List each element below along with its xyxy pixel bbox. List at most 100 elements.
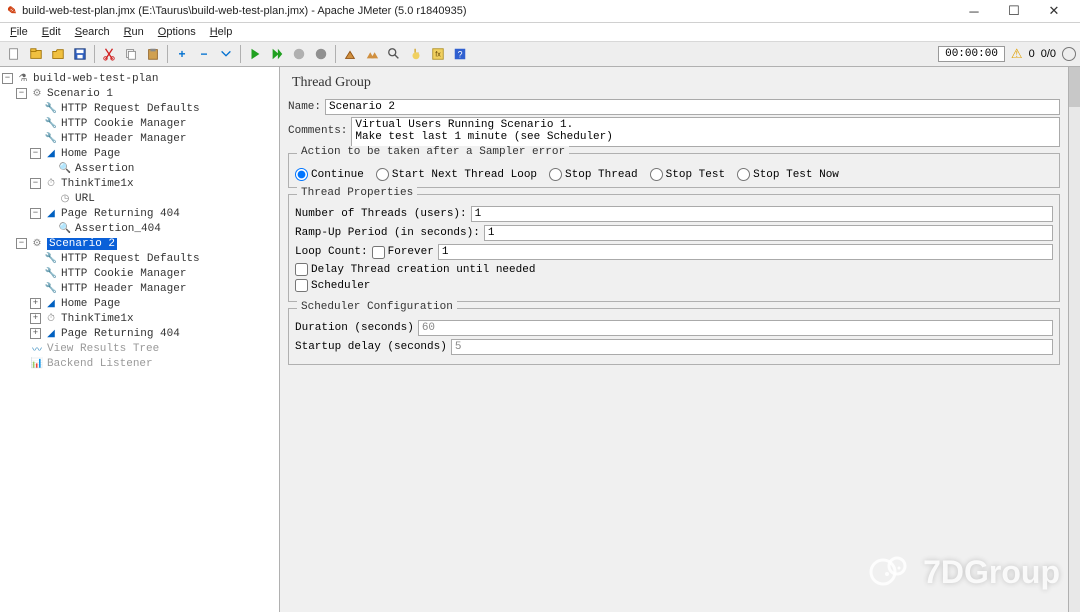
radio-continue[interactable]: Continue (295, 168, 364, 181)
tree-item-disabled[interactable]: Backend Listener (47, 358, 153, 370)
search-icon[interactable] (384, 44, 404, 64)
delay-creation-checkbox[interactable]: Delay Thread creation until needed (295, 263, 535, 276)
test-plan-tree[interactable]: −⚗build-web-test-plan −⚙Scenario 1 🔧HTTP… (0, 67, 280, 612)
scheduler-legend: Scheduler Configuration (297, 301, 457, 313)
name-label: Name: (288, 101, 321, 113)
window-title: build-web-test-plan.jmx (E:\Taurus\build… (22, 5, 466, 17)
config-icon: 🔧 (44, 118, 58, 130)
toggle-icon[interactable] (216, 44, 236, 64)
threadgroup-icon: ⚙ (30, 238, 44, 250)
sampler-error-legend: Action to be taken after a Sampler error (297, 146, 569, 158)
radio-stop-test[interactable]: Stop Test (650, 168, 725, 181)
tree-item[interactable]: Home Page (61, 298, 120, 310)
warning-icon[interactable]: ⚠ (1011, 46, 1023, 62)
num-threads-input[interactable] (471, 206, 1053, 222)
function-icon[interactable]: fx (428, 44, 448, 64)
tree-item[interactable]: HTTP Cookie Manager (61, 268, 186, 280)
ramp-input[interactable] (484, 225, 1053, 241)
tree-root[interactable]: build-web-test-plan (33, 73, 158, 85)
expand-icon[interactable]: + (172, 44, 192, 64)
tree-collapse-icon[interactable]: + (30, 298, 41, 309)
tree-item[interactable]: HTTP Header Manager (61, 133, 186, 145)
loop-input[interactable] (438, 244, 1053, 260)
tree-item[interactable]: HTTP Header Manager (61, 283, 186, 295)
tree-item-disabled[interactable]: View Results Tree (47, 343, 159, 355)
tree-item[interactable]: URL (75, 193, 95, 205)
close-button[interactable]: ✕ (1034, 0, 1074, 23)
menu-search[interactable]: Search (69, 24, 116, 40)
radio-stop-thread[interactable]: Stop Thread (549, 168, 638, 181)
start-icon[interactable] (245, 44, 265, 64)
comments-input[interactable] (351, 117, 1060, 147)
clear-all-icon[interactable] (362, 44, 382, 64)
menu-file[interactable]: File (4, 24, 34, 40)
forever-checkbox[interactable]: Forever (372, 246, 434, 259)
tree-expand-icon[interactable]: − (2, 73, 13, 84)
copy-icon[interactable] (121, 44, 141, 64)
config-icon: 🔧 (44, 253, 58, 265)
timer-icon: ◷ (58, 193, 72, 205)
tree-item[interactable]: Home Page (61, 148, 120, 160)
tree-expand-icon[interactable]: − (30, 208, 41, 219)
maximize-button[interactable]: ☐ (994, 0, 1034, 23)
tree-item[interactable]: Page Returning 404 (61, 328, 180, 340)
minimize-button[interactable]: ─ (954, 0, 994, 23)
timer-icon: ⏱ (44, 178, 58, 190)
reset-search-icon[interactable] (406, 44, 426, 64)
stop-icon[interactable] (289, 44, 309, 64)
tree-scenario1[interactable]: Scenario 1 (47, 88, 113, 100)
name-input[interactable] (325, 99, 1060, 115)
tree-expand-icon[interactable]: − (30, 178, 41, 189)
vertical-scrollbar[interactable] (1068, 67, 1080, 612)
tree-collapse-icon[interactable]: + (30, 328, 41, 339)
tree-item[interactable]: HTTP Request Defaults (61, 103, 200, 115)
open-icon[interactable] (48, 44, 68, 64)
help-icon[interactable]: ? (450, 44, 470, 64)
tree-item[interactable]: Page Returning 404 (61, 208, 180, 220)
scroll-thumb[interactable] (1069, 67, 1080, 107)
menu-options[interactable]: Options (152, 24, 202, 40)
tree-scenario2-selected[interactable]: Scenario 2 (47, 238, 117, 250)
tree-expand-icon[interactable]: − (16, 238, 27, 249)
startup-delay-input (451, 339, 1053, 355)
save-icon[interactable] (70, 44, 90, 64)
tree-item[interactable]: Assertion_404 (75, 223, 161, 235)
tree-item[interactable]: HTTP Cookie Manager (61, 118, 186, 130)
app-icon: ✎ (4, 3, 17, 19)
gauge-icon (1062, 47, 1076, 61)
cut-icon[interactable] (99, 44, 119, 64)
assertion-icon: 🔍 (58, 163, 72, 175)
menu-edit[interactable]: Edit (36, 24, 67, 40)
config-icon: 🔧 (44, 268, 58, 280)
sampler-icon: ◢ (44, 328, 58, 340)
comments-label: Comments: (288, 117, 347, 137)
menu-help[interactable]: Help (204, 24, 239, 40)
panel-title: Thread Group (288, 73, 1060, 97)
tree-item[interactable]: ThinkTime1x (61, 313, 134, 325)
tree-expand-icon[interactable]: − (30, 148, 41, 159)
listener-icon: 〰 (30, 343, 44, 355)
start-no-pause-icon[interactable] (267, 44, 287, 64)
shutdown-icon[interactable] (311, 44, 331, 64)
thread-props-legend: Thread Properties (297, 187, 417, 199)
num-threads-label: Number of Threads (users): (295, 208, 467, 220)
tree-item[interactable]: ThinkTime1x (61, 178, 134, 190)
radio-stop-now[interactable]: Stop Test Now (737, 168, 839, 181)
menu-run[interactable]: Run (118, 24, 150, 40)
collapse-icon[interactable]: − (194, 44, 214, 64)
tree-expand-icon[interactable]: − (16, 88, 27, 99)
paste-icon[interactable] (143, 44, 163, 64)
config-icon: 🔧 (44, 133, 58, 145)
templates-icon[interactable] (26, 44, 46, 64)
duration-input (418, 320, 1053, 336)
clear-icon[interactable] (340, 44, 360, 64)
tree-item[interactable]: HTTP Request Defaults (61, 253, 200, 265)
new-icon[interactable] (4, 44, 24, 64)
scheduler-checkbox[interactable]: Scheduler (295, 279, 370, 292)
svg-text:fx: fx (435, 52, 441, 59)
tree-collapse-icon[interactable]: + (30, 313, 41, 324)
radio-start-next[interactable]: Start Next Thread Loop (376, 168, 537, 181)
thread-properties-fieldset: Thread Properties Number of Threads (use… (288, 194, 1060, 302)
title-bar: ✎ build-web-test-plan.jmx (E:\Taurus\bui… (0, 0, 1080, 23)
tree-item[interactable]: Assertion (75, 163, 134, 175)
